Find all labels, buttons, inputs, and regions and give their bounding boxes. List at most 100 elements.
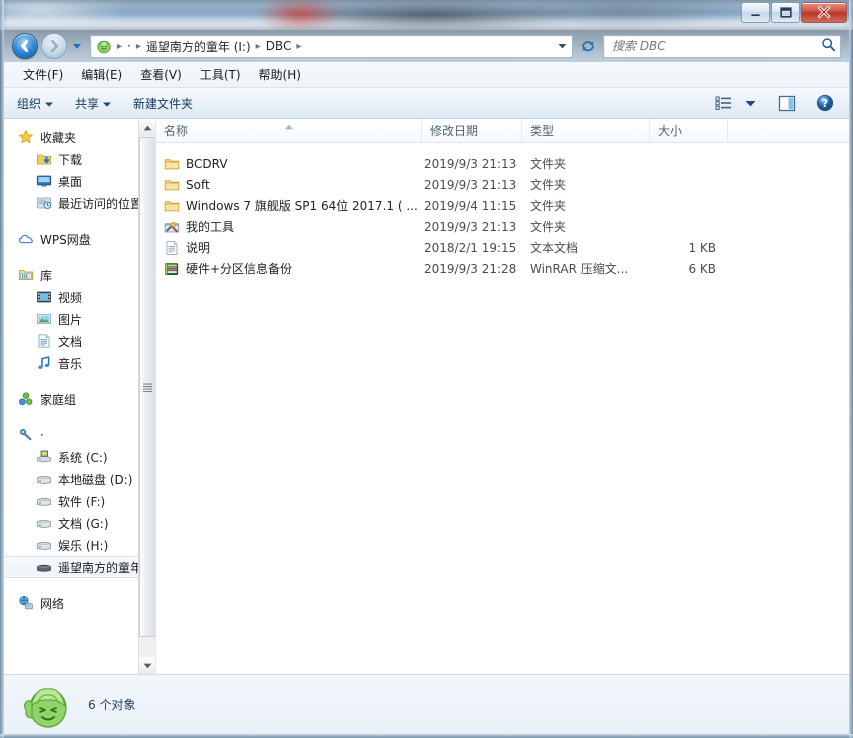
tree-label: · [40,428,44,442]
file-name-cell[interactable]: 我的工具 [156,218,422,235]
file-name-cell[interactable]: 硬件+分区信息备份 [156,260,422,277]
close-button[interactable] [801,2,847,23]
breadcrumb-item-3[interactable]: DBC [264,36,294,57]
breadcrumb-separator[interactable]: ▸ [133,41,144,52]
navpane-scrollbar[interactable] [138,119,155,674]
file-name-cell[interactable]: 说明 [156,239,422,256]
tree-item-drive-c[interactable]: 系统 (C:) [4,446,155,468]
preview-pane-button[interactable] [773,91,801,116]
organize-button[interactable]: 组织 [8,90,62,117]
breadcrumb-separator[interactable]: ▸ [293,41,304,52]
search-box[interactable] [603,34,841,58]
title-bar[interactable] [0,0,853,30]
new-folder-button[interactable]: 新建文件夹 [124,90,202,117]
documents-icon [38,334,50,348]
menu-help[interactable]: 帮助(H) [250,63,310,86]
file-name: 我的工具 [186,220,235,234]
tree-item-removable-drive[interactable]: 遥望南方的童年 [4,556,151,578]
breadcrumb-separator[interactable]: ▸ [253,41,264,52]
tree-item-documents[interactable]: 文档 [4,330,155,352]
column-header-size[interactable]: 大小 [650,119,728,142]
tree-item-drive-g[interactable]: 文档 (G:) [4,512,155,534]
table-row[interactable]: 硬件+分区信息备份 2019/9/3 21:28 WinRAR 压缩文... 6… [156,258,849,279]
file-list-view[interactable]: 名称 修改日期 类型 大小 BCDRV 2019/9/3 21:13 文件夹 S… [156,119,849,674]
forward-button[interactable] [41,33,67,59]
table-row[interactable]: BCDRV 2019/9/3 21:13 文件夹 [156,153,849,174]
scrollbar-thumb[interactable] [139,137,155,637]
search-input[interactable] [612,39,821,53]
tree-item-videos[interactable]: 视频 [4,286,155,308]
network-icon [19,596,33,610]
scrollbar-down-arrow[interactable] [139,657,155,674]
back-button[interactable] [12,33,38,59]
menu-tools[interactable]: 工具(T) [191,63,250,86]
tools-folder-icon [164,221,180,232]
computer-pin-icon [20,429,32,441]
tree-item-drive-f[interactable]: 软件 (F:) [4,490,155,512]
breadcrumb-icon-root[interactable] [94,36,114,57]
tree-item-drive-d[interactable]: 本地磁盘 (D:) [4,468,155,490]
tree-label: 文档 [58,334,83,349]
view-mode-button[interactable] [710,91,738,115]
help-button[interactable]: ? [811,90,839,116]
tree-label: 库 [40,268,53,283]
content-area: 收藏夹 下载 桌面 最近访问的位置 WPS网盘 库 视频 图片 文档 音乐 家庭… [4,119,849,674]
breadcrumb-item-1[interactable]: · [125,36,133,57]
refresh-button[interactable] [576,35,600,58]
file-rows: BCDRV 2019/9/3 21:13 文件夹 Soft 2019/9/3 2… [156,143,849,279]
column-header-date[interactable]: 修改日期 [422,119,522,142]
column-header-type[interactable]: 类型 [522,119,650,142]
menu-edit[interactable]: 编辑(E) [72,63,131,86]
tree-label: 音乐 [58,356,83,371]
tree-item-homegroup[interactable]: 家庭组 [4,388,155,410]
tree-item-pictures[interactable]: 图片 [4,308,155,330]
svg-text:?: ? [822,98,828,110]
breadcrumb-item-2[interactable]: 遥望南方的童年 (I:) [144,36,253,57]
table-row[interactable]: 说明 2018/2/1 19:15 文本文档 1 KB [156,237,849,258]
file-name: BCDRV [186,156,228,171]
file-name-cell[interactable]: BCDRV [156,156,422,172]
navigation-pane[interactable]: 收藏夹 下载 桌面 最近访问的位置 WPS网盘 库 视频 图片 文档 音乐 家庭… [4,119,156,674]
tree-item-music[interactable]: 音乐 [4,352,155,374]
recent-pages-button[interactable] [69,34,85,58]
minimize-button[interactable] [741,2,770,23]
file-type: 文件夹 [530,178,567,192]
system-drive-icon [37,450,51,463]
maximize-button[interactable] [771,2,800,23]
help-icon: ? [816,94,834,112]
tree-item-recent-places[interactable]: 最近访问的位置 [4,192,155,214]
music-icon [38,356,50,369]
scrollbar-up-arrow[interactable] [139,119,155,136]
address-dropdown-button[interactable] [554,36,570,57]
tree-item-drive-h[interactable]: 娱乐 (H:) [4,534,155,556]
tree-item-downloads[interactable]: 下载 [4,148,155,170]
table-row[interactable]: Windows 7 旗舰版 SP1 64位 2017.1 ( ... 2019/… [156,195,849,216]
tree-item-desktop[interactable]: 桌面 [4,170,155,192]
file-name-cell[interactable]: Soft [156,177,422,193]
tree-item-computer[interactable]: · [4,424,155,446]
column-label: 修改日期 [430,124,479,138]
search-icon[interactable] [821,37,836,55]
table-row[interactable]: 我的工具 2019/9/3 21:13 文件夹 [156,216,849,237]
file-name: Windows 7 旗舰版 SP1 64位 2017.1 ( ... [186,199,418,213]
tree-item-wps-cloud[interactable]: WPS网盘 [4,228,155,250]
menu-view[interactable]: 查看(V) [131,63,191,86]
tree-item-favorites[interactable]: 收藏夹 [4,126,155,148]
view-mode-dropdown[interactable] [740,96,761,111]
tree-label: 文档 (G:) [58,516,109,531]
tree-label: WPS网盘 [40,232,91,247]
command-bar: 组织 共享 新建文件夹 ? [4,88,849,119]
tree-label: 系统 (C:) [58,450,108,465]
column-header-name[interactable]: 名称 [156,119,422,142]
table-row[interactable]: Soft 2019/9/3 21:13 文件夹 [156,174,849,195]
share-button[interactable]: 共享 [66,90,120,117]
address-bar[interactable]: ▸ · ▸ 遥望南方的童年 (I:) ▸ DBC ▸ [90,34,573,58]
file-name-cell[interactable]: Windows 7 旗舰版 SP1 64位 2017.1 ( ... [156,197,422,214]
tree-item-libraries[interactable]: 库 [4,264,155,286]
preview-pane-icon [778,95,796,111]
tree-item-network[interactable]: 网络 [4,592,155,614]
menu-file[interactable]: 文件(F) [14,63,72,86]
tree-label: 网络 [40,596,65,611]
breadcrumb-separator[interactable]: ▸ [114,41,125,52]
